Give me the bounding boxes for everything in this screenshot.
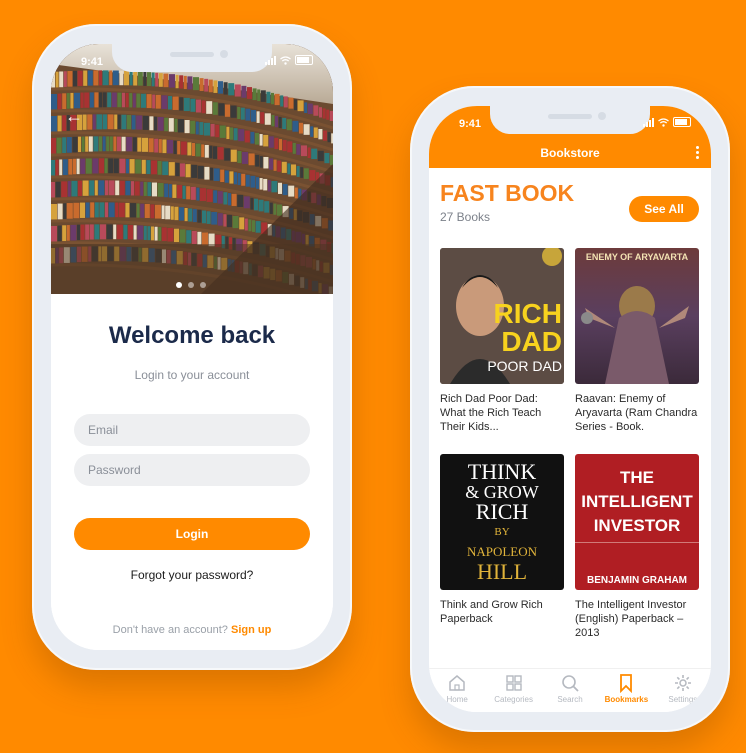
- cover-title-line: HILL: [476, 559, 528, 584]
- book-cover[interactable]: RICH DAD POOR DAD: [440, 248, 564, 384]
- cover-title-line: INTELLIGENT: [581, 492, 693, 511]
- cover-title-line: ENEMY OF ARYAVARTA: [585, 252, 689, 262]
- home-icon: [449, 675, 465, 691]
- login-card: Welcome back Login to your account Login…: [51, 302, 333, 650]
- library-hero-image: [51, 44, 333, 294]
- book-card[interactable]: THINK & GROW RICH BY NAPOLEON HILL Think…: [440, 454, 564, 626]
- book-cover[interactable]: THE INTELLIGENT INVESTOR BENJAMIN GRAHAM: [575, 454, 699, 590]
- book-title[interactable]: Think and Grow Rich Paperback: [440, 598, 564, 626]
- signal-icon: [643, 117, 654, 127]
- email-input[interactable]: [74, 414, 310, 446]
- cover-title-line: THE: [620, 468, 654, 487]
- book-title[interactable]: The Intelligent Investor (English) Paper…: [575, 598, 699, 640]
- section-title: FAST BOOK: [440, 180, 575, 206]
- tab-label: Settings: [668, 695, 698, 704]
- tab-label: Bookmarks: [604, 695, 649, 704]
- password-input[interactable]: [74, 454, 310, 486]
- tab-settings[interactable]: Settings: [655, 669, 711, 712]
- signup-link[interactable]: Sign up: [231, 624, 271, 636]
- tab-categories[interactable]: Categories: [485, 669, 541, 712]
- book-count: 27 Books: [440, 210, 491, 224]
- status-time: 9:41: [459, 118, 482, 130]
- book-title[interactable]: Raavan: Enemy of Aryavarta (Ram Chandra …: [575, 392, 699, 434]
- login-button[interactable]: Login: [74, 518, 310, 550]
- cover-title-line: BY: [494, 526, 510, 538]
- page-subtitle: Login to your account: [134, 368, 250, 382]
- app-title: Bookstore: [540, 146, 600, 160]
- cover-title-line: DAD: [501, 326, 562, 357]
- book-title[interactable]: Rich Dad Poor Dad: What the Rich Teach T…: [440, 392, 564, 434]
- carousel-dot[interactable]: [176, 282, 182, 288]
- grid-icon: [505, 675, 522, 691]
- cover-title-line: INVESTOR: [593, 516, 681, 535]
- tab-label: Home: [446, 695, 468, 704]
- status-time: 9:41: [81, 56, 104, 68]
- bookstore-phone-frame: Bookstore 9:41 FAST BOOK 27 Books See Al…: [410, 86, 730, 732]
- forgot-password-link[interactable]: Forgot your password?: [51, 568, 333, 582]
- tab-label: Categories: [494, 695, 533, 704]
- tab-search[interactable]: Search: [542, 669, 598, 712]
- login-screen: 9:41 ← Welcome back Login to your accoun…: [51, 44, 333, 650]
- signal-icon: [265, 55, 276, 65]
- carousel-dots: [176, 282, 206, 288]
- no-account-text: Don't have an account?: [112, 624, 228, 636]
- gear-icon: [674, 675, 691, 691]
- cover-title-line: THINK: [467, 459, 537, 484]
- carousel-dot[interactable]: [200, 282, 206, 288]
- cover-author: BENJAMIN GRAHAM: [587, 575, 687, 586]
- battery-icon: [295, 55, 313, 65]
- page-title: Welcome back: [108, 322, 276, 349]
- back-arrow-icon[interactable]: ←: [65, 106, 83, 127]
- wifi-icon: [280, 55, 291, 65]
- login-phone-frame: 9:41 ← Welcome back Login to your accoun…: [32, 24, 352, 670]
- book-cover[interactable]: ENEMY OF ARYAVARTA: [575, 248, 699, 384]
- wifi-icon: [658, 117, 669, 127]
- bookshelf-illustration: [51, 44, 333, 294]
- tab-home[interactable]: Home: [429, 669, 485, 712]
- book-card[interactable]: ENEMY OF ARYAVARTA Raavan: Enemy of Arya…: [575, 248, 699, 434]
- tab-label: Search: [557, 695, 583, 704]
- status-bar: 9:41: [429, 106, 711, 140]
- book-card[interactable]: THE INTELLIGENT INVESTOR BENJAMIN GRAHAM…: [575, 454, 699, 640]
- bottom-tab-bar: Home Categories Search Bookmarks Setting…: [429, 668, 711, 712]
- signup-row: Don't have an account? Sign up: [51, 624, 333, 636]
- tab-bookmarks[interactable]: Bookmarks: [598, 669, 654, 712]
- more-options-icon[interactable]: [696, 146, 699, 159]
- search-icon: [562, 675, 579, 692]
- bookmark-icon: [620, 674, 633, 693]
- bookstore-screen: Bookstore 9:41 FAST BOOK 27 Books See Al…: [429, 106, 711, 712]
- carousel-dot[interactable]: [188, 282, 194, 288]
- cover-title-line: RICH: [493, 298, 562, 329]
- cover-subtitle-line: POOR DAD: [487, 358, 562, 374]
- book-cover[interactable]: THINK & GROW RICH BY NAPOLEON HILL: [440, 454, 564, 590]
- battery-icon: [673, 117, 691, 127]
- book-card[interactable]: RICH DAD POOR DAD Rich Dad Poor Dad: Wha…: [440, 248, 564, 434]
- see-all-button[interactable]: See All: [629, 196, 699, 222]
- status-bar: 9:41: [51, 44, 333, 78]
- cover-title-line: RICH: [475, 499, 529, 524]
